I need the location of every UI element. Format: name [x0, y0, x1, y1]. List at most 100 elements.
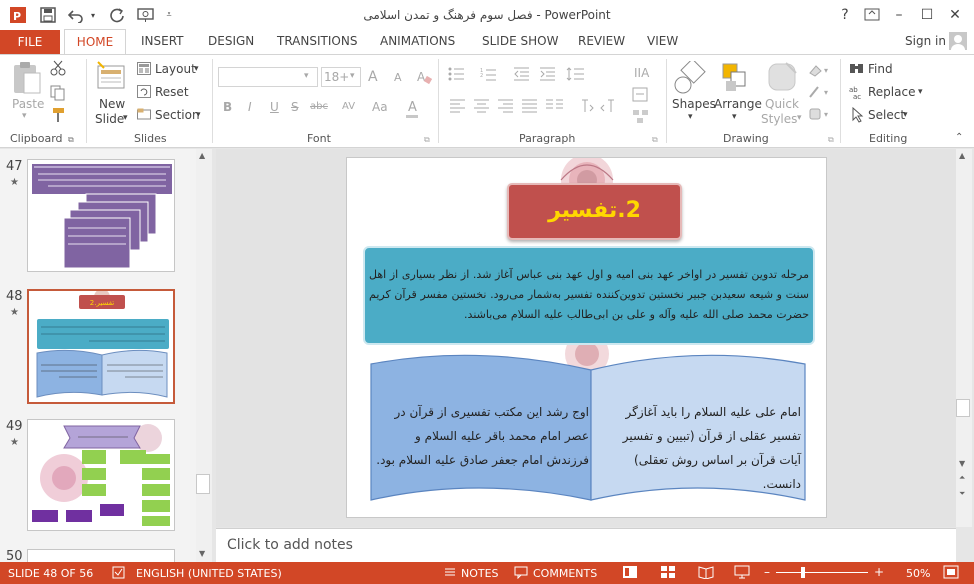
underline-button[interactable]: U [270, 100, 279, 114]
replace-dropdown-icon[interactable]: ▾ [918, 87, 923, 97]
slide-thumbnail-49[interactable] [27, 419, 175, 531]
shapes-icon[interactable] [674, 58, 706, 98]
zoom-slider-track[interactable] [776, 572, 868, 573]
tab-view[interactable]: VIEW [647, 34, 678, 48]
columns-icon[interactable] [546, 99, 564, 116]
tab-design[interactable]: DESIGN [208, 34, 254, 48]
current-slide[interactable]: 2.تفسیر مرحله تدوین تفسیر در اواخر عهد ب… [346, 157, 827, 518]
arrange-icon[interactable] [720, 61, 752, 98]
notes-button[interactable]: NOTES [461, 567, 499, 580]
slide-thumbnail-47[interactable] [27, 159, 175, 272]
tab-insert[interactable]: INSERT [141, 34, 184, 48]
previous-slide-icon[interactable]: ⏶ [959, 473, 965, 483]
quick-styles-icon[interactable] [766, 61, 798, 98]
font-color-button[interactable]: A [408, 100, 417, 115]
select-cursor-icon[interactable] [851, 106, 865, 126]
scroll-thumb[interactable] [956, 399, 970, 417]
smartart-icon[interactable] [632, 109, 650, 128]
bullets-icon[interactable] [448, 67, 468, 84]
maximize-button[interactable]: ☐ [914, 4, 940, 26]
reading-view-icon[interactable] [698, 565, 714, 582]
justify-icon[interactable] [522, 99, 538, 116]
text-direction-icon[interactable]: IIA [632, 63, 650, 84]
rtl-paragraph-icon[interactable] [574, 99, 594, 116]
fit-slide-icon[interactable] [943, 565, 959, 582]
select-dropdown-icon[interactable]: ▾ [903, 110, 908, 120]
slide-thumbnail-48[interactable]: 2.تفسیر [27, 289, 175, 404]
drawing-launcher-icon[interactable]: ⧉ [828, 135, 834, 145]
numbering-icon[interactable]: 12 [480, 67, 500, 84]
find-icon[interactable] [849, 62, 865, 79]
align-left-icon[interactable] [450, 99, 466, 116]
zoom-in-button[interactable]: + [874, 565, 884, 579]
shape-effects-icon[interactable]: ▾ [808, 107, 832, 124]
canvas-scrollbar[interactable]: ▲ ▼ ⏶ ⏷ [956, 149, 972, 527]
tab-review[interactable]: REVIEW [578, 34, 625, 48]
tab-transitions[interactable]: TRANSITIONS [277, 34, 357, 48]
zoom-level[interactable]: 50% [906, 567, 930, 580]
cut-icon[interactable] [50, 60, 66, 79]
section-button[interactable]: Section [155, 108, 200, 122]
minimize-button[interactable]: – [886, 4, 912, 26]
reset-button[interactable]: Reset [155, 85, 189, 99]
spelling-check-icon[interactable] [112, 566, 126, 582]
format-painter-icon[interactable] [50, 107, 66, 126]
scroll-up-icon[interactable]: ▲ [959, 151, 965, 160]
strikethrough-button[interactable]: abc [310, 101, 328, 112]
sign-in-link[interactable]: Sign in [905, 34, 946, 48]
ribbon-display-options-icon[interactable] [859, 4, 885, 26]
paragraph-launcher-icon[interactable]: ⧉ [652, 135, 658, 145]
copy-icon[interactable] [50, 85, 66, 104]
select-button[interactable]: Select [868, 108, 905, 122]
layout-icon[interactable] [137, 62, 151, 78]
italic-button[interactable]: I [248, 100, 252, 114]
scroll-down-icon[interactable]: ▼ [199, 549, 205, 558]
shapes-dropdown-icon[interactable]: ▾ [688, 112, 693, 122]
reset-icon[interactable] [137, 85, 151, 101]
tab-slide-show[interactable]: SLIDE SHOW [482, 34, 558, 48]
slide-sorter-icon[interactable] [660, 565, 676, 582]
increase-font-icon[interactable]: A [368, 69, 378, 85]
font-name-dropdown-icon[interactable]: ▾ [304, 71, 309, 81]
align-text-icon[interactable] [632, 87, 650, 106]
replace-button[interactable]: Replace [868, 85, 915, 99]
scroll-down-icon[interactable]: ▼ [959, 459, 965, 468]
shape-outline-icon[interactable]: ▾ [808, 85, 832, 102]
tab-home[interactable]: HOME [64, 29, 126, 55]
account-icon[interactable] [949, 32, 967, 53]
notes-pane[interactable]: Click to add notes [216, 528, 956, 562]
font-launcher-icon[interactable]: ⧉ [424, 135, 430, 145]
slide-thumbnail-50[interactable] [27, 549, 175, 562]
normal-view-icon[interactable] [622, 565, 638, 582]
line-spacing-icon[interactable] [566, 66, 586, 85]
arrange-dropdown-icon[interactable]: ▾ [732, 112, 737, 122]
notes-icon[interactable] [444, 566, 456, 582]
close-button[interactable]: ✕ [942, 4, 968, 26]
decrease-indent-icon[interactable] [514, 67, 530, 84]
decrease-font-icon[interactable]: A [394, 71, 402, 84]
thumbnails-scrollbar[interactable]: ▲ ▼ [196, 149, 212, 562]
section-dropdown-icon[interactable]: ▾ [196, 110, 201, 120]
new-slide-icon[interactable] [96, 61, 126, 94]
zoom-slider-thumb[interactable] [801, 567, 805, 578]
change-case-button[interactable]: Aa [372, 100, 388, 114]
shape-fill-icon[interactable]: ▾ [808, 63, 832, 80]
slide-show-icon[interactable] [734, 565, 750, 582]
clear-formatting-icon[interactable]: A [416, 69, 433, 88]
collapse-ribbon-icon[interactable]: ⌃ [955, 132, 963, 143]
character-spacing-button[interactable]: AV [342, 101, 355, 112]
tab-file[interactable]: FILE [0, 30, 60, 54]
quick-styles-dropdown-icon[interactable]: ▾ [797, 113, 802, 123]
comments-button[interactable]: COMMENTS [533, 567, 597, 580]
zoom-out-button[interactable]: – [764, 565, 770, 579]
paste-icon[interactable] [12, 61, 42, 98]
help-button[interactable]: ? [832, 4, 858, 26]
ltr-paragraph-icon[interactable] [600, 99, 620, 116]
new-slide-dropdown-icon[interactable]: ▾ [123, 113, 128, 123]
shadow-button[interactable]: S [291, 100, 299, 114]
font-name-dropdown[interactable] [218, 67, 318, 87]
scroll-up-icon[interactable]: ▲ [199, 151, 205, 160]
increase-indent-icon[interactable] [540, 67, 556, 84]
tab-animations[interactable]: ANIMATIONS [380, 34, 455, 48]
scroll-thumb[interactable] [196, 474, 210, 494]
